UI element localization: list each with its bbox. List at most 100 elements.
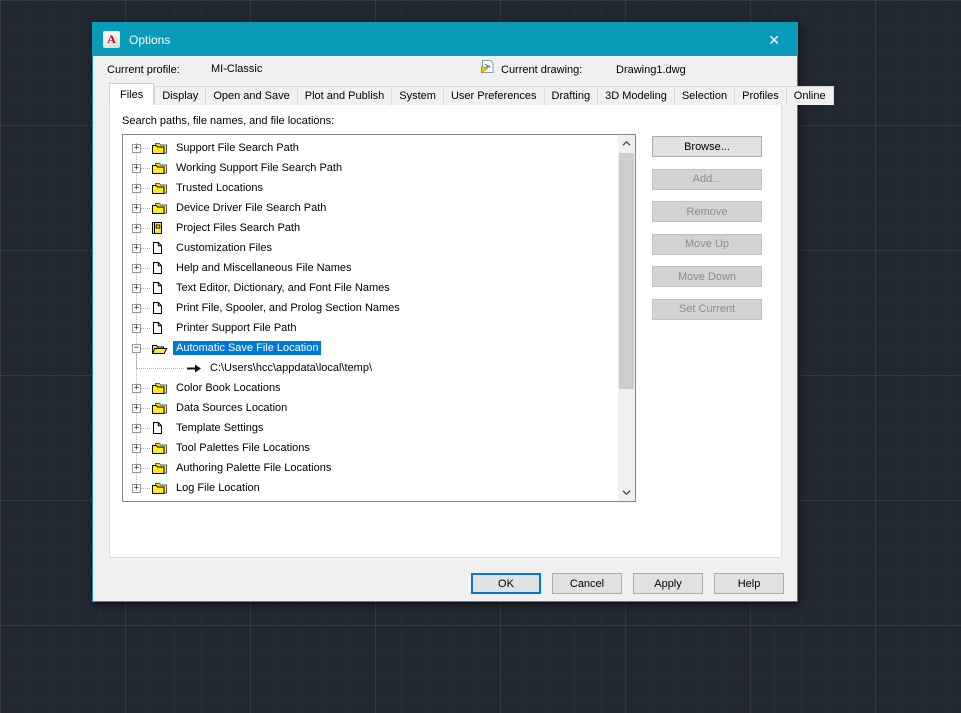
tree-scrollbar[interactable]	[618, 135, 635, 501]
tree-item-label[interactable]: Trusted Locations	[173, 181, 266, 195]
folders-icon	[151, 461, 169, 475]
tree-item[interactable]: + Authoring Palette File Locations	[123, 458, 618, 478]
expand-toggle-icon[interactable]: +	[132, 383, 141, 393]
tree-connector	[141, 407, 150, 409]
tree-action-buttons: Browse... Add... Remove Move Up Move Down Set…	[652, 105, 762, 557]
cancel-button[interactable]: Cancel	[552, 573, 622, 594]
tree-item-label[interactable]: Text Editor, Dictionary, and Font File N…	[173, 281, 393, 295]
tree-child-item[interactable]: C:\Users\hcc\appdata\local\temp\	[123, 352, 618, 378]
tree-item-label[interactable]: Automatic Save File Location	[173, 341, 322, 355]
tree-item-label[interactable]: Help and Miscellaneous File Names	[173, 261, 354, 275]
expand-toggle-icon[interactable]: +	[132, 223, 141, 233]
tab-display[interactable]: Display	[154, 86, 207, 105]
tree-item[interactable]: + Project Files Search Path	[123, 218, 618, 238]
expand-toggle-icon[interactable]: +	[132, 243, 141, 253]
tab-open-and-save[interactable]: Open and Save	[205, 86, 298, 105]
tree-item[interactable]: + Support File Search Path	[123, 138, 618, 158]
tab-drafting[interactable]: Drafting	[543, 86, 599, 105]
tree-item[interactable]: + Help and Miscellaneous File Names	[123, 258, 618, 278]
expand-toggle-icon[interactable]: +	[132, 143, 141, 153]
collapse-toggle-icon[interactable]: −	[132, 343, 141, 353]
tab-user-preferences[interactable]: User Preferences	[442, 86, 545, 105]
file-icon	[151, 241, 169, 255]
tree-item[interactable]: + Trusted Locations	[123, 178, 618, 198]
browse-button[interactable]: Browse...	[652, 136, 762, 157]
tree-item[interactable]: + Print File, Spooler, and Prolog Section…	[123, 298, 618, 318]
file-icon	[151, 261, 169, 275]
tree-item-label[interactable]: Authoring Palette File Locations	[173, 461, 334, 475]
tree-item-label[interactable]: Log File Location	[173, 481, 263, 495]
expand-toggle-icon[interactable]: +	[132, 323, 141, 333]
expand-toggle-icon[interactable]: +	[132, 483, 141, 493]
tab-3d-modeling[interactable]: 3D Modeling	[597, 86, 675, 105]
scroll-up-icon[interactable]	[618, 135, 635, 152]
tree-item[interactable]: + Text Editor, Dictionary, and Font File …	[123, 278, 618, 298]
tree-item[interactable]: + Device Driver File Search Path	[123, 198, 618, 218]
expand-toggle-icon[interactable]: +	[132, 403, 141, 413]
autocad-canvas-background: { "window": { "title": "Options", "close…	[0, 0, 961, 713]
expand-toggle-icon[interactable]: +	[132, 303, 141, 313]
tab-selection[interactable]: Selection	[673, 86, 736, 105]
tree-item[interactable]: + Log File Location	[123, 478, 618, 498]
tree-connector	[141, 467, 150, 469]
tree-connector	[141, 187, 150, 189]
current-drawing-label: Current drawing:	[501, 64, 583, 76]
folders-icon	[151, 141, 169, 155]
tree-item[interactable]: + Customization Files	[123, 238, 618, 258]
tree-item-label[interactable]: Project Files Search Path	[173, 221, 303, 235]
file-locations-tree: + Support File Search Path + Working Suppor…	[122, 134, 636, 502]
expand-toggle-icon[interactable]: +	[132, 423, 141, 433]
tree-item-label[interactable]: Customization Files	[173, 241, 275, 255]
tree-item[interactable]: + Data Sources Location	[123, 398, 618, 418]
expand-toggle-icon[interactable]: +	[132, 183, 141, 193]
expand-toggle-icon[interactable]: +	[132, 443, 141, 453]
dialog-titlebar[interactable]: A Options ✕	[93, 23, 797, 56]
tree-item-label[interactable]: Color Book Locations	[173, 381, 284, 395]
tree-item-label[interactable]: Data Sources Location	[173, 401, 290, 415]
tree-item-label[interactable]: Working Support File Search Path	[173, 161, 345, 175]
expand-toggle-icon[interactable]: +	[132, 163, 141, 173]
apply-button[interactable]: Apply	[633, 573, 703, 594]
tree-item[interactable]: + Color Book Locations	[123, 378, 618, 398]
tab-online[interactable]: Online	[785, 86, 834, 105]
file-icon	[151, 301, 169, 315]
close-icon[interactable]: ✕	[761, 30, 787, 50]
tree-connector	[141, 207, 150, 209]
options-dialog: A Options ✕ Current profile: MI-Classic …	[92, 22, 834, 602]
tree-connector	[141, 167, 150, 169]
tab-files[interactable]: Files	[109, 83, 155, 105]
set-current-button: Set Current	[652, 298, 762, 320]
tree-child-label[interactable]: C:\Users\hcc\appdata\local\temp\	[207, 361, 375, 375]
tree-connector	[141, 267, 150, 269]
tree-item[interactable]: + Printer Support File Path	[123, 318, 618, 338]
tab-profiles[interactable]: Profiles	[734, 86, 787, 105]
tree-item-label[interactable]: Printer Support File Path	[173, 321, 299, 335]
tree-item-label[interactable]: Template Settings	[173, 421, 266, 435]
tab-plot-and-publish[interactable]: Plot and Publish	[296, 86, 393, 105]
expand-toggle-icon[interactable]: +	[132, 203, 141, 213]
tree-item[interactable]: + Working Support File Search Path	[123, 158, 618, 178]
tree-connector	[141, 447, 150, 449]
help-button[interactable]: Help	[714, 573, 784, 594]
book-icon	[151, 221, 169, 235]
scroll-down-icon[interactable]	[618, 484, 635, 501]
tree-item[interactable]: − Automatic Save File Location	[123, 338, 618, 358]
ok-button[interactable]: OK	[471, 573, 541, 594]
expand-toggle-icon[interactable]: +	[132, 463, 141, 473]
tree-item[interactable]: + Tool Palettes File Locations	[123, 438, 618, 458]
move-down-button: Move Down	[652, 266, 762, 287]
expand-toggle-icon[interactable]: +	[132, 263, 141, 273]
folders-icon	[151, 401, 169, 415]
file-icon	[151, 281, 169, 295]
scrollbar-thumb[interactable]	[619, 153, 634, 389]
folders-icon	[151, 201, 169, 215]
current-profile-label: Current profile:	[107, 64, 180, 76]
tree-item-label[interactable]: Device Driver File Search Path	[173, 201, 329, 215]
file-icon	[151, 421, 169, 435]
tree-item-label[interactable]: Tool Palettes File Locations	[173, 441, 313, 455]
tree-item[interactable]: + Template Settings	[123, 418, 618, 438]
tree-item-label[interactable]: Print File, Spooler, and Prolog Section …	[173, 301, 403, 315]
expand-toggle-icon[interactable]: +	[132, 283, 141, 293]
tree-item-label[interactable]: Support File Search Path	[173, 141, 302, 155]
tab-system[interactable]: System	[391, 86, 444, 105]
